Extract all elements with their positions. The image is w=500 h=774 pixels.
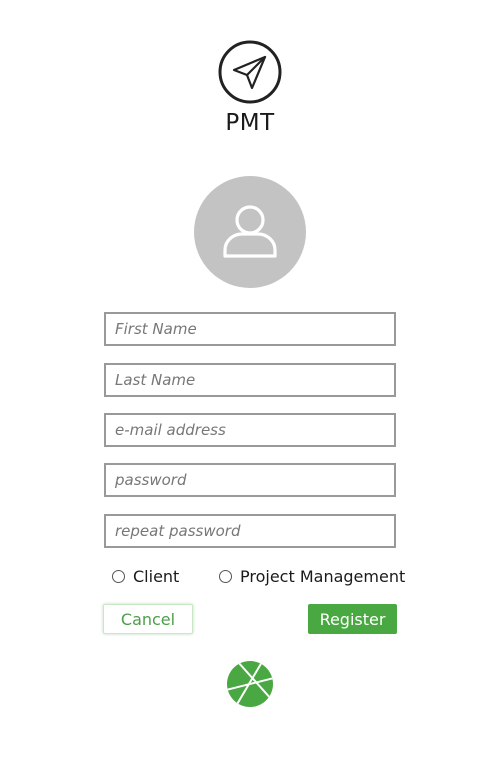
repeat-password-input[interactable] xyxy=(104,514,396,548)
role-option-project-management[interactable]: Project Management xyxy=(219,566,405,586)
password-input[interactable] xyxy=(104,463,396,497)
registration-page: PMT Client Project Management Cancel Reg… xyxy=(0,0,500,774)
cancel-button[interactable]: Cancel xyxy=(103,604,193,634)
user-silhouette-icon xyxy=(223,205,277,258)
avatar[interactable] xyxy=(194,176,306,288)
project-management-radio-label: Project Management xyxy=(240,566,406,586)
role-option-client[interactable]: Client xyxy=(112,566,179,586)
client-radio-label: Client xyxy=(133,566,180,586)
project-management-radio[interactable] xyxy=(219,569,232,583)
app-title: PMT xyxy=(225,110,275,136)
green-circle-logo-icon xyxy=(226,660,274,708)
email-input[interactable] xyxy=(104,413,396,447)
last-name-input[interactable] xyxy=(104,363,396,397)
register-button[interactable]: Register xyxy=(308,604,397,634)
paper-plane-icon xyxy=(218,40,282,104)
client-radio[interactable] xyxy=(112,569,125,583)
first-name-input[interactable] xyxy=(104,312,396,346)
